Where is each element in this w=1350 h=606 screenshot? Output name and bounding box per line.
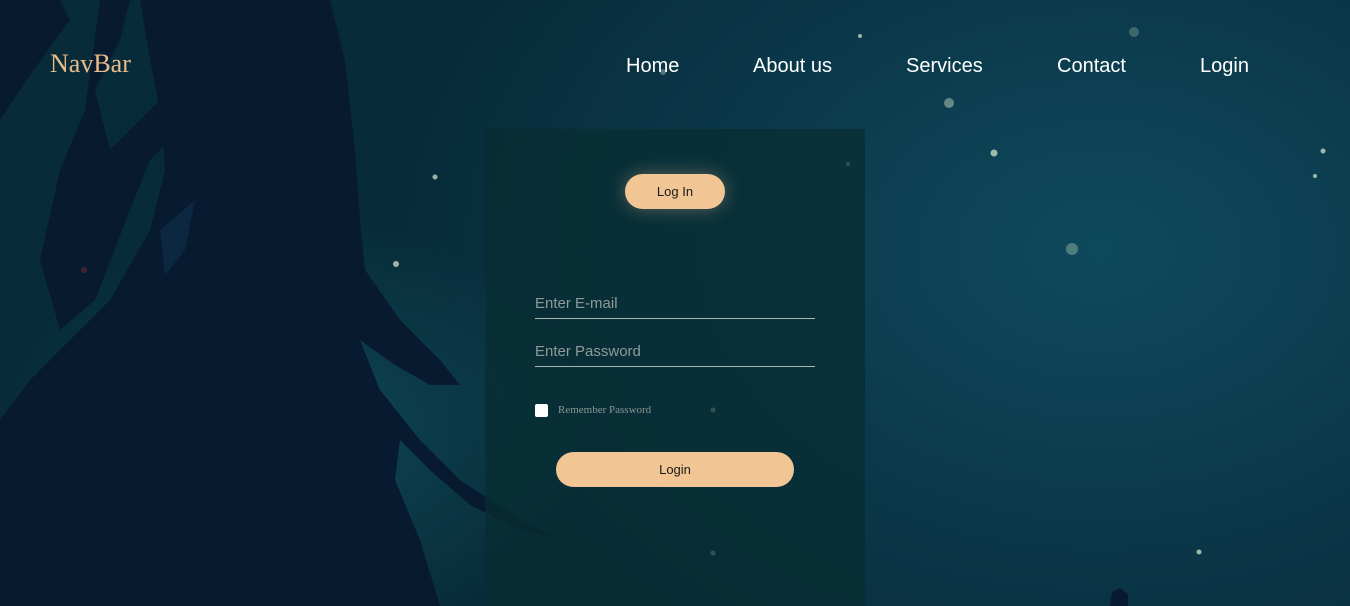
top-navigation: Home About us Services Contact Login — [0, 54, 1350, 80]
log-in-tab-button[interactable]: Log In — [625, 174, 725, 209]
password-input[interactable] — [535, 336, 815, 367]
nav-link-login[interactable]: Login — [1200, 54, 1249, 78]
nav-link-home[interactable]: Home — [626, 54, 679, 78]
login-submit-button[interactable]: Login — [556, 452, 794, 487]
nav-link-services[interactable]: Services — [906, 54, 983, 78]
remember-password-label: Remember Password — [558, 404, 652, 416]
login-panel: Log In Remember Password Login — [485, 129, 865, 606]
nav-link-about-us[interactable]: About us — [753, 54, 832, 78]
remember-password-checkbox[interactable] — [535, 404, 548, 417]
email-input[interactable] — [535, 288, 815, 319]
tree-accent-dot — [81, 267, 87, 273]
nav-link-contact[interactable]: Contact — [1057, 54, 1126, 78]
